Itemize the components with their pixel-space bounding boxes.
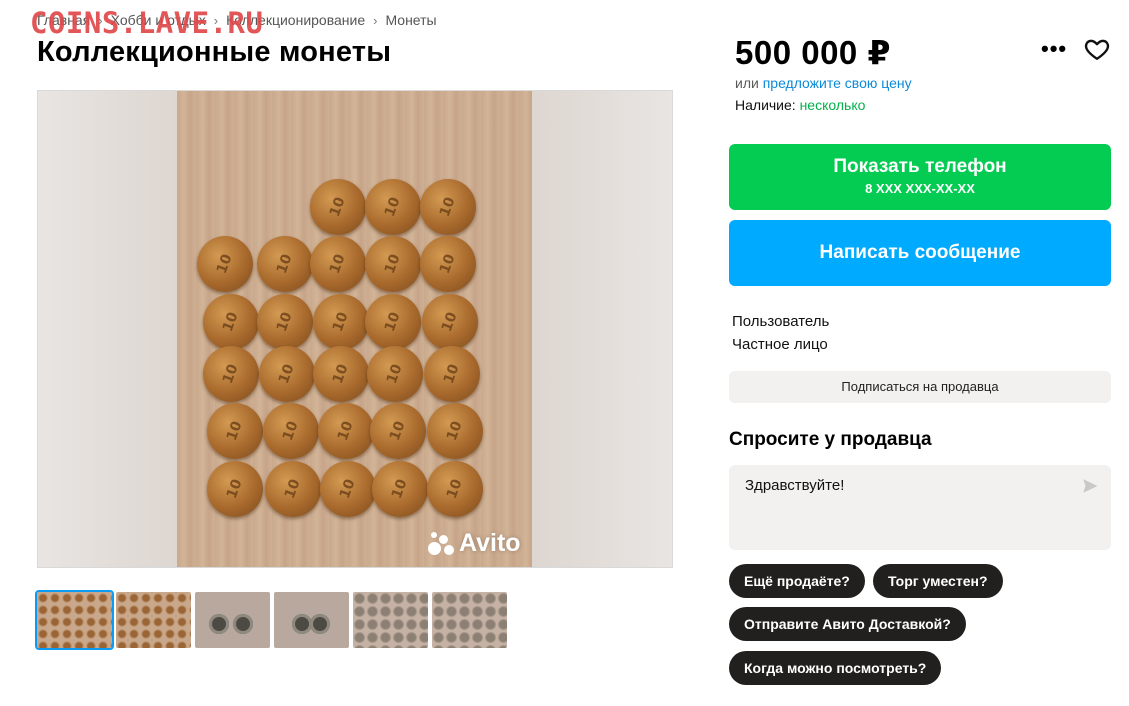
photo-gallery[interactable]: 10 10 10 10 10 10 10 10 10 10 10 10 10 10 10 10 10 10 10 10… <box>37 90 673 568</box>
send-icon[interactable] <box>1081 477 1099 495</box>
seller-name[interactable]: Пользователь <box>732 313 829 330</box>
coin: 10 <box>313 294 369 350</box>
coin: 10 <box>318 403 374 459</box>
offer-price-link[interactable]: предложите свою цену <box>763 75 912 91</box>
ask-seller-title: Спросите у продавца <box>729 429 932 450</box>
masked-phone: 8 XXX XXX-XX-XX <box>865 181 975 196</box>
site-watermark: COINS.LAVE.RU <box>30 6 264 40</box>
coin: 10 <box>207 461 263 517</box>
thumbnail[interactable] <box>432 592 507 648</box>
page-title: Коллекционные монеты <box>37 36 392 68</box>
coin: 10 <box>422 294 478 350</box>
thumbnail[interactable] <box>195 592 270 648</box>
seller-type: Частное лицо <box>732 336 828 353</box>
avito-watermark: Avito <box>428 529 521 558</box>
stock-label: Наличие: <box>735 97 796 113</box>
coin: 10 <box>365 236 421 292</box>
coin: 10 <box>257 294 313 350</box>
coin: 10 <box>313 346 369 402</box>
subscribe-button[interactable]: Подписаться на продавца <box>729 371 1111 403</box>
avito-brand-text: Avito <box>459 529 521 557</box>
breadcrumb-coins[interactable]: Монеты <box>385 12 436 28</box>
heart-icon[interactable] <box>1084 36 1110 62</box>
show-phone-button[interactable]: Показать телефон 8 XXX XXX-XX-XX <box>729 144 1111 210</box>
coin: 10 <box>370 403 426 459</box>
chevron-right-icon: › <box>373 12 378 28</box>
coin: 10 <box>365 179 421 235</box>
avito-logo-icon <box>428 531 456 556</box>
quick-question-chip[interactable]: Ещё продаёте? <box>729 564 865 598</box>
more-icon[interactable]: ••• <box>1041 36 1067 62</box>
coin: 10 <box>197 236 253 292</box>
coin: 10 <box>310 179 366 235</box>
coin: 10 <box>257 236 313 292</box>
main-photo[interactable]: 10 10 10 10 10 10 10 10 10 10 10 10 10 10 10 10 10 10 10 10… <box>177 91 535 567</box>
coin: 10 <box>420 236 476 292</box>
price: 500 000 ₽ <box>735 34 891 71</box>
coin: 10 <box>203 346 259 402</box>
coin: 10 <box>372 461 428 517</box>
coin: 10 <box>207 403 263 459</box>
thumbnail-strip <box>35 590 507 650</box>
coin: 10 <box>263 403 319 459</box>
write-message-button[interactable]: Написать сообщение <box>729 220 1111 286</box>
offer-price-line: или предложите свою цену <box>735 75 912 91</box>
quick-question-chip[interactable]: Когда можно посмотреть? <box>729 651 942 685</box>
thumbnail[interactable] <box>274 592 349 648</box>
coin: 10 <box>427 461 483 517</box>
coin: 10 <box>310 236 366 292</box>
coin: 10 <box>320 461 376 517</box>
show-phone-label: Показать телефон <box>833 156 1007 177</box>
coin: 10 <box>365 294 421 350</box>
coin: 10 <box>259 346 315 402</box>
gallery-blur-left <box>38 91 178 567</box>
stock-value: несколько <box>799 97 866 113</box>
coin: 10 <box>265 461 321 517</box>
coin: 10 <box>203 294 259 350</box>
message-input[interactable]: Здравствуйте! <box>729 465 1111 550</box>
coin: 10 <box>367 346 423 402</box>
stock-line: Наличие: несколько <box>735 97 865 113</box>
thumbnail[interactable] <box>116 592 191 648</box>
message-box: Здравствуйте! <box>729 465 1111 550</box>
coin: 10 <box>427 403 483 459</box>
quick-question-chip[interactable]: Торг уместен? <box>873 564 1003 598</box>
thumbnail[interactable] <box>353 592 428 648</box>
thumbnail[interactable] <box>35 590 114 650</box>
quick-question-chip[interactable]: Отправите Авито Доставкой? <box>729 607 966 641</box>
coin: 10 <box>420 179 476 235</box>
offer-prefix: или <box>735 75 759 91</box>
gallery-blur-right <box>532 91 672 567</box>
coin: 10 <box>424 346 480 402</box>
